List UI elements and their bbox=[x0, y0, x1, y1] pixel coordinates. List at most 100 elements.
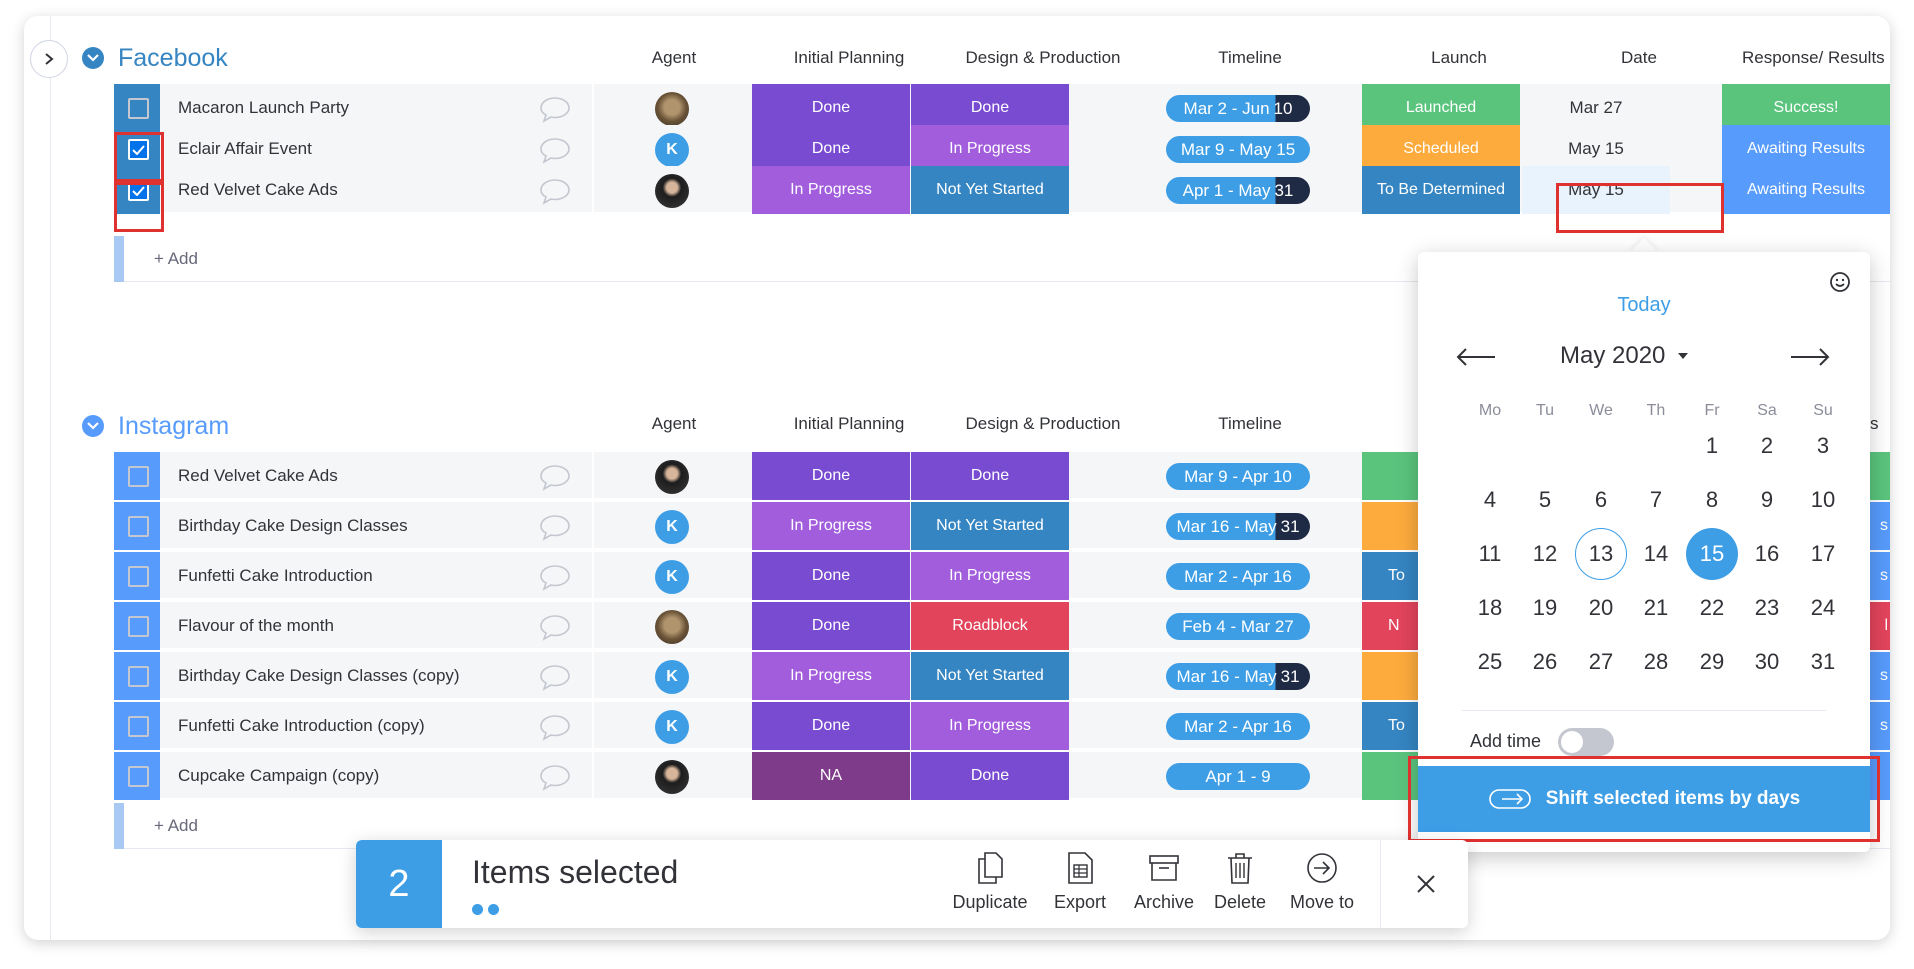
calendar-day[interactable]: 16 bbox=[1741, 528, 1793, 580]
col-header-response-results[interactable]: Response/ Results bbox=[1720, 48, 1890, 68]
close-selection-button[interactable] bbox=[1406, 864, 1446, 904]
timeline-bar[interactable]: Mar 16 - May 31 bbox=[1166, 513, 1310, 540]
row-select-cell[interactable] bbox=[114, 652, 160, 700]
calendar-day[interactable]: 10 bbox=[1797, 474, 1849, 526]
calendar-day[interactable]: 28 bbox=[1630, 636, 1682, 688]
item-name[interactable]: Red Velvet Cake Ads bbox=[178, 452, 338, 500]
calendar-day[interactable]: 11 bbox=[1464, 528, 1516, 580]
agent-avatar[interactable] bbox=[655, 610, 689, 644]
col-header-date[interactable]: Date bbox=[1560, 48, 1718, 68]
date-cell[interactable]: May 15 bbox=[1522, 166, 1670, 214]
calendar-day[interactable]: 18 bbox=[1464, 582, 1516, 634]
calendar-day[interactable]: 5 bbox=[1519, 474, 1571, 526]
calendar-day[interactable]: 7 bbox=[1630, 474, 1682, 526]
calendar-day[interactable]: 31 bbox=[1797, 636, 1849, 688]
row-checkbox[interactable] bbox=[128, 566, 149, 587]
agent-avatar[interactable] bbox=[655, 92, 689, 126]
design-production-status[interactable]: Not Yet Started bbox=[911, 166, 1069, 214]
initial-planning-status[interactable]: In Progress bbox=[752, 502, 910, 550]
row-checkbox[interactable] bbox=[128, 516, 149, 537]
row-checkbox[interactable] bbox=[128, 666, 149, 687]
agent-avatar[interactable] bbox=[655, 760, 689, 794]
item-name[interactable]: Flavour of the month bbox=[178, 602, 334, 650]
col-header-timeline[interactable]: Timeline bbox=[1160, 414, 1340, 434]
row-checkbox[interactable] bbox=[128, 180, 149, 201]
timeline-bar[interactable]: Apr 1 - May 31 bbox=[1166, 177, 1310, 204]
calendar-day[interactable]: 2 bbox=[1741, 420, 1793, 472]
col-header-agent[interactable]: Agent bbox=[634, 414, 714, 434]
next-month-button[interactable] bbox=[1788, 340, 1832, 374]
row-select-cell[interactable] bbox=[114, 166, 160, 214]
group-collapse-icon[interactable] bbox=[82, 47, 104, 69]
agent-avatar[interactable] bbox=[655, 460, 689, 494]
group-collapse-icon[interactable] bbox=[82, 415, 104, 437]
agent-avatar[interactable]: K bbox=[655, 510, 689, 544]
calendar-day[interactable]: 15 bbox=[1686, 528, 1738, 580]
timeline-bar[interactable]: Mar 9 - Apr 10 bbox=[1166, 463, 1310, 490]
timeline-bar[interactable]: Apr 1 - 9 bbox=[1166, 763, 1310, 790]
calendar-day[interactable]: 24 bbox=[1797, 582, 1849, 634]
emoji-icon[interactable] bbox=[1828, 270, 1852, 294]
update-bubble-icon[interactable] bbox=[538, 663, 572, 691]
item-name[interactable]: Red Velvet Cake Ads bbox=[178, 166, 338, 214]
design-production-status[interactable]: In Progress bbox=[911, 552, 1069, 600]
agent-avatar[interactable] bbox=[655, 174, 689, 208]
update-bubble-icon[interactable] bbox=[538, 513, 572, 541]
design-production-status[interactable]: Done bbox=[911, 452, 1069, 500]
calendar-day[interactable]: 9 bbox=[1741, 474, 1793, 526]
agent-avatar[interactable]: K bbox=[655, 660, 689, 694]
initial-planning-status[interactable]: NA bbox=[752, 752, 910, 800]
calendar-day[interactable]: 6 bbox=[1575, 474, 1627, 526]
calendar-day[interactable]: 19 bbox=[1519, 582, 1571, 634]
col-header-design-production[interactable]: Design & Production bbox=[946, 48, 1140, 68]
row-select-cell[interactable] bbox=[114, 702, 160, 750]
calendar-day[interactable]: 3 bbox=[1797, 420, 1849, 472]
launch-status[interactable]: To Be Determined bbox=[1362, 166, 1520, 214]
response-results-status[interactable]: Awaiting Results bbox=[1722, 166, 1890, 214]
update-bubble-icon[interactable] bbox=[538, 563, 572, 591]
update-bubble-icon[interactable] bbox=[538, 177, 572, 205]
row-checkbox[interactable] bbox=[128, 466, 149, 487]
today-link[interactable]: Today bbox=[1418, 294, 1870, 317]
col-header-design-production[interactable]: Design & Production bbox=[946, 414, 1140, 434]
initial-planning-status[interactable]: Done bbox=[752, 602, 910, 650]
row-checkbox[interactable] bbox=[128, 98, 149, 119]
item-name[interactable]: Cupcake Campaign (copy) bbox=[178, 752, 379, 800]
update-bubble-icon[interactable] bbox=[538, 763, 572, 791]
design-production-status[interactable]: Not Yet Started bbox=[911, 652, 1069, 700]
calendar-day[interactable]: 29 bbox=[1686, 636, 1738, 688]
calendar-day[interactable]: 30 bbox=[1741, 636, 1793, 688]
row-checkbox[interactable] bbox=[128, 616, 149, 637]
col-header-agent[interactable]: Agent bbox=[634, 48, 714, 68]
design-production-status[interactable]: In Progress bbox=[911, 702, 1069, 750]
item-name[interactable]: Funfetti Cake Introduction bbox=[178, 552, 373, 600]
design-production-status[interactable]: Done bbox=[911, 752, 1069, 800]
calendar-day[interactable]: 25 bbox=[1464, 636, 1516, 688]
initial-planning-status[interactable]: Done bbox=[752, 452, 910, 500]
row-select-cell[interactable] bbox=[114, 502, 160, 550]
expand-sidebar-button[interactable] bbox=[30, 40, 68, 78]
calendar-day[interactable]: 4 bbox=[1464, 474, 1516, 526]
calendar-day[interactable]: 1 bbox=[1686, 420, 1738, 472]
calendar-day[interactable]: 14 bbox=[1630, 528, 1682, 580]
calendar-day[interactable]: 13 bbox=[1575, 528, 1627, 580]
row-checkbox[interactable] bbox=[128, 766, 149, 787]
agent-avatar[interactable]: K bbox=[655, 560, 689, 594]
timeline-bar[interactable]: Feb 4 - Mar 27 bbox=[1166, 613, 1310, 640]
row-select-cell[interactable] bbox=[114, 752, 160, 800]
row-select-cell[interactable] bbox=[114, 602, 160, 650]
update-bubble-icon[interactable] bbox=[538, 613, 572, 641]
initial-planning-status[interactable]: In Progress bbox=[752, 166, 910, 214]
calendar-day[interactable]: 21 bbox=[1630, 582, 1682, 634]
row-checkbox[interactable] bbox=[128, 139, 149, 160]
update-bubble-icon[interactable] bbox=[538, 713, 572, 741]
calendar-day[interactable]: 20 bbox=[1575, 582, 1627, 634]
agent-avatar[interactable]: K bbox=[655, 710, 689, 744]
shift-items-by-days-button[interactable]: Shift selected items by days bbox=[1418, 766, 1870, 832]
calendar-day[interactable]: 12 bbox=[1519, 528, 1571, 580]
design-production-status[interactable]: Roadblock bbox=[911, 602, 1069, 650]
row-select-cell[interactable] bbox=[114, 552, 160, 600]
calendar-day[interactable]: 27 bbox=[1575, 636, 1627, 688]
update-bubble-icon[interactable] bbox=[538, 95, 572, 123]
initial-planning-status[interactable]: Done bbox=[752, 702, 910, 750]
